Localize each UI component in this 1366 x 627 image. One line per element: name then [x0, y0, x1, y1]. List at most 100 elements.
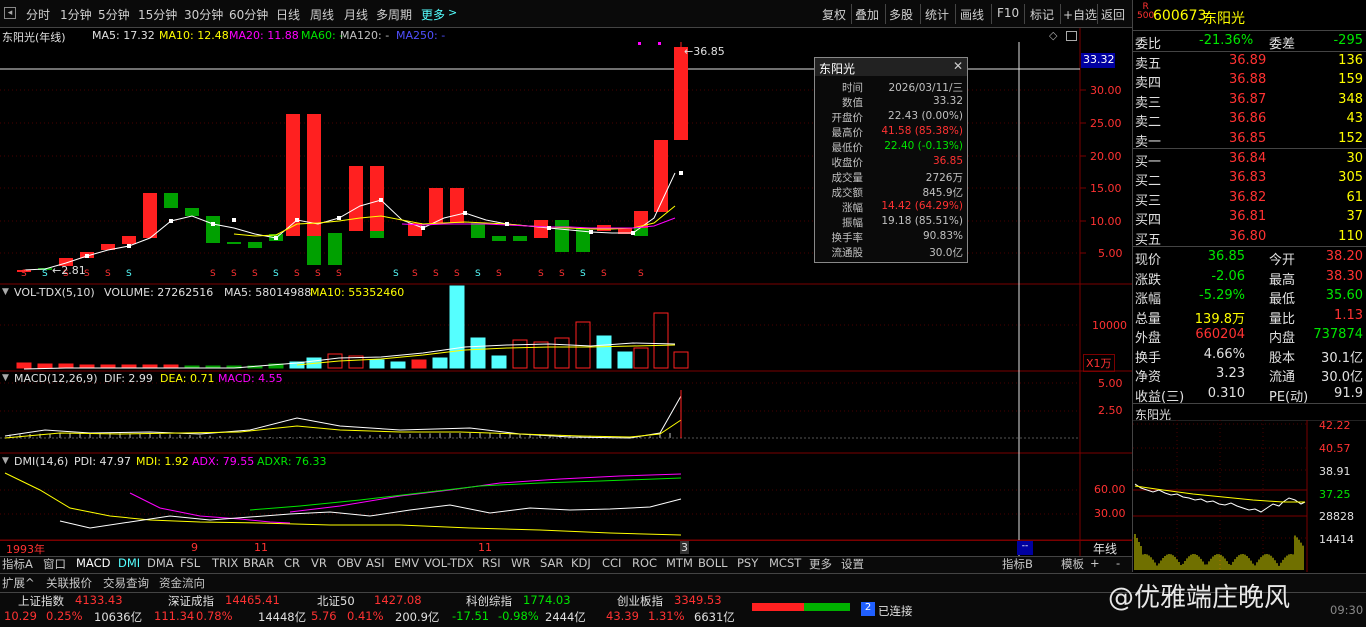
timeline-bar [0, 540, 1132, 556]
diamond-icon[interactable]: ◇ [1049, 29, 1057, 42]
order-book-sell-row[interactable]: 卖五 36.89 136 [1133, 52, 1366, 72]
indicator-tab[interactable]: BRAR [243, 556, 274, 572]
indicator-tab[interactable]: MACD [76, 556, 110, 572]
btn-f10[interactable]: F10 [997, 6, 1019, 20]
indicator-tab[interactable]: SAR [540, 556, 563, 572]
indicator-tab[interactable]: 指标A [2, 556, 33, 572]
popup-row: 成交量 2726万 [831, 172, 964, 184]
tab-template[interactable]: 模板 [1061, 556, 1084, 572]
indicator-tab[interactable]: PSY [737, 556, 758, 572]
indicator-tab[interactable]: RSI [482, 556, 501, 572]
quote-stat-row: 总量 139.8万 量比 1.13 [1135, 307, 1363, 327]
btn-biaoji[interactable]: 标记 [1030, 6, 1054, 23]
indicator-tab[interactable]: MTM [666, 556, 693, 572]
indicator-tab[interactable]: KDJ [571, 556, 591, 572]
tf-1min[interactable]: 1分钟 [60, 6, 92, 23]
tab-trade-query[interactable]: 交易查询 [103, 575, 149, 591]
index-name[interactable]: 科创综指 [466, 593, 512, 609]
candle [227, 242, 241, 244]
indicator-tab[interactable]: 更多 [809, 556, 832, 572]
signal-marker: S [336, 269, 342, 279]
order-book-sell-row[interactable]: 卖四 36.88 159 [1133, 71, 1366, 91]
indicator-tab[interactable]: TRIX [212, 556, 238, 572]
tab-expand[interactable]: 扩展^ [2, 575, 35, 591]
ma120-label: MA120: - [340, 29, 390, 42]
order-book-sell-row[interactable]: 卖一 36.85 152 [1133, 130, 1366, 150]
tf-5min[interactable]: 5分钟 [98, 6, 130, 23]
tab-related-quotes[interactable]: 关联报价 [46, 575, 92, 591]
connection-label: 已连接 [878, 604, 913, 618]
vol-menu-icon[interactable]: ▼ [2, 287, 9, 297]
signal-marker: S [601, 269, 607, 279]
indicator-tab[interactable]: OBV [337, 556, 361, 572]
popup-row: 数值 33.32 [842, 95, 963, 109]
candle [164, 193, 178, 208]
tf-weekly[interactable]: 周线 [310, 6, 334, 23]
index-name[interactable]: 创业板指 [617, 593, 663, 609]
btn-duogu[interactable]: 多股 [889, 6, 913, 23]
candle [286, 114, 300, 236]
candle [185, 208, 199, 216]
window-icon[interactable] [1066, 31, 1077, 41]
order-book-buy-row[interactable]: 买四 36.81 37 [1133, 208, 1366, 228]
indicator-tab[interactable]: DMA [147, 556, 174, 572]
add-icon[interactable]: + [1090, 556, 1100, 572]
btn-tongji[interactable]: 统计 [925, 6, 949, 23]
tf-more[interactable]: 更多 [421, 6, 445, 23]
indicator-tab[interactable]: 窗口 [43, 556, 66, 572]
btn-back[interactable]: 返回 [1101, 6, 1125, 23]
btn-fuquan[interactable]: 复权 [822, 6, 846, 23]
btn-diejia[interactable]: 叠加 [855, 6, 879, 23]
minus-icon[interactable]: - [1116, 556, 1120, 572]
indicator-tab[interactable]: DMI [118, 556, 140, 572]
index-name[interactable]: 深证成指 [168, 593, 214, 609]
btn-huaxian[interactable]: 画线 [960, 6, 984, 23]
indicator-tab[interactable]: ROC [632, 556, 657, 572]
indicator-tab[interactable]: 设置 [841, 556, 864, 572]
macd-menu-icon[interactable]: ▼ [2, 373, 9, 383]
indicator-tab[interactable]: BOLL [698, 556, 728, 572]
tf-30min[interactable]: 30分钟 [184, 6, 223, 23]
ma-dot [547, 226, 551, 230]
connection-badge[interactable]: 2 [861, 602, 875, 616]
order-book-sell-row[interactable]: 卖二 36.86 43 [1133, 110, 1366, 130]
btn-add-watch[interactable]: +自选 [1063, 6, 1097, 23]
tf-multi[interactable]: 多周期 [376, 6, 412, 23]
mini-axis-4: 37.25 [1319, 488, 1351, 501]
order-book-buy-row[interactable]: 买三 36.82 61 [1133, 189, 1366, 209]
ma-dot [127, 244, 131, 248]
index-name[interactable]: 上证指数 [18, 593, 64, 609]
timeline-period[interactable]: 年线 [1093, 540, 1117, 557]
index-name[interactable]: 北证50 [317, 593, 355, 609]
order-book-sell-row[interactable]: 卖三 36.87 348 [1133, 91, 1366, 111]
index-change: 6631亿 [694, 610, 735, 624]
candle [206, 216, 220, 243]
tab-indicator-b[interactable]: 指标B [1002, 556, 1033, 572]
tf-daily[interactable]: 日线 [276, 6, 300, 23]
indicator-tab[interactable]: CCI [602, 556, 621, 572]
indicator-tab[interactable]: CR [284, 556, 300, 572]
order-book-buy-row[interactable]: 买二 36.83 305 [1133, 169, 1366, 189]
indicator-tab[interactable]: EMV [394, 556, 419, 572]
popup-row: 最低价 22.40 (-0.13%) [831, 140, 964, 154]
close-icon[interactable]: ✕ [953, 59, 963, 73]
tab-fund-flow[interactable]: 资金流向 [159, 575, 205, 591]
indicator-tab[interactable]: FSL [180, 556, 200, 572]
index-change: 5.76 [311, 609, 337, 623]
order-book-buy-row[interactable]: 买一 36.84 30 [1133, 150, 1366, 170]
tf-15min[interactable]: 15分钟 [138, 6, 177, 23]
indicator-tab[interactable]: VR [311, 556, 327, 572]
indicator-tab[interactable]: WR [511, 556, 530, 572]
signal-marker: S [231, 269, 237, 279]
dmi-menu-icon[interactable]: ▼ [2, 456, 9, 466]
tf-60min[interactable]: 60分钟 [229, 6, 268, 23]
signal-marker: S [393, 269, 399, 279]
tf-monthly[interactable]: 月线 [344, 6, 368, 23]
indicator-tab[interactable]: MCST [769, 556, 801, 572]
vol-unit: X1万 [1083, 354, 1115, 372]
indicator-tab[interactable]: VOL-TDX [424, 556, 474, 572]
tf-fenshi[interactable]: 分时 [26, 6, 50, 23]
indicator-tab[interactable]: ASI [366, 556, 385, 572]
order-book-buy-row[interactable]: 买五 36.80 110 [1133, 228, 1366, 248]
collapse-icon[interactable]: ◂ [4, 7, 16, 19]
